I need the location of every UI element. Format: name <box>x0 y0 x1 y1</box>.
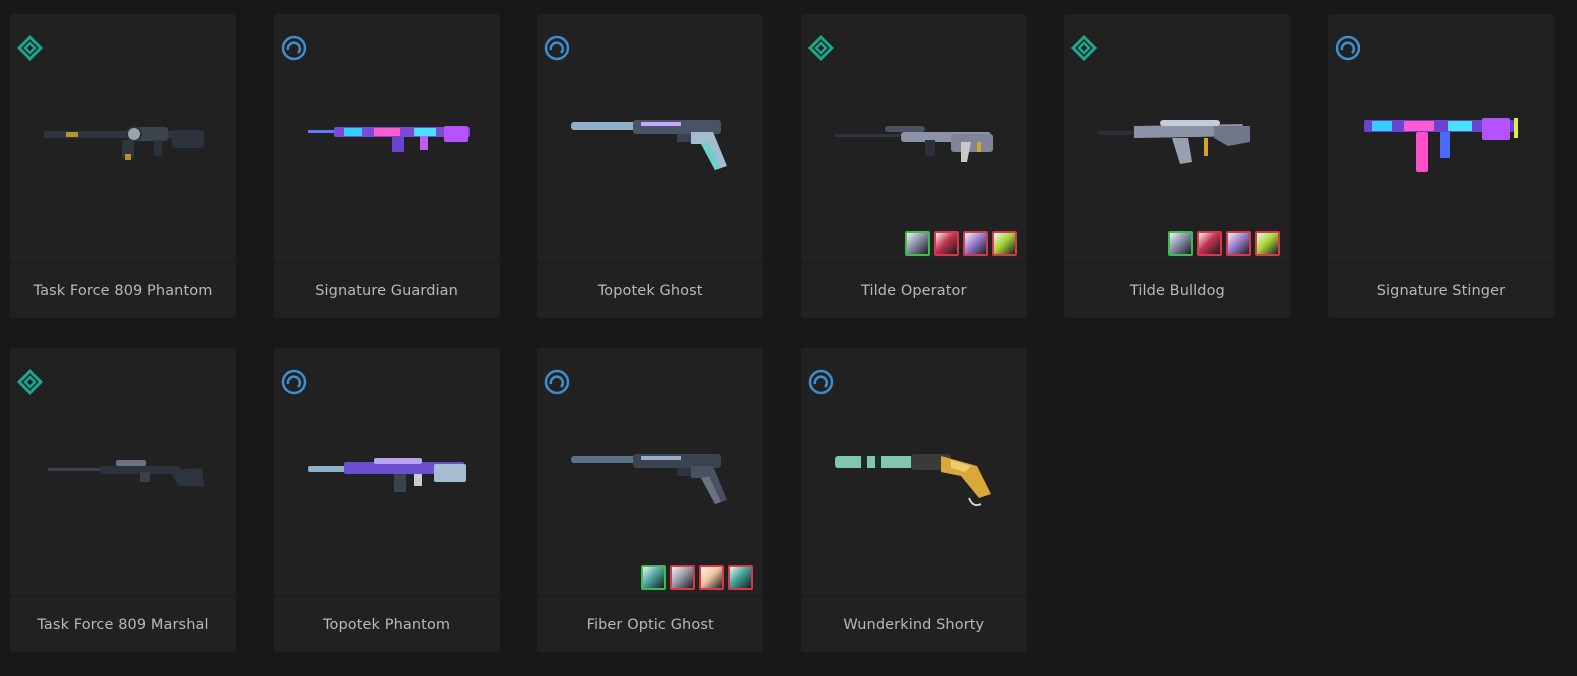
skin-card[interactable]: Topotek Phantom <box>273 348 500 652</box>
weapon-rifle-image <box>307 458 466 492</box>
skin-name: Topotek Phantom <box>323 616 451 633</box>
weapon-sniper-image <box>48 460 204 486</box>
weapon-rifle-image <box>1098 120 1251 164</box>
skin-preview <box>537 348 763 596</box>
chroma-list <box>1168 231 1281 256</box>
skin-preview <box>274 14 500 262</box>
skin-card[interactable]: Task Force 809 Marshal <box>10 348 236 652</box>
chroma-swatch[interactable] <box>641 565 667 590</box>
skin-card[interactable]: Signature Stinger <box>1327 14 1554 318</box>
skin-name: Tilde Operator <box>861 282 967 299</box>
skin-name-bar: Signature Guardian <box>273 262 500 318</box>
skin-name: Signature Guardian <box>315 282 458 299</box>
skin-name: Task Force 809 Phantom <box>33 282 213 299</box>
weapon-sniper-image <box>834 126 993 162</box>
skin-name-bar: Tilde Bulldog <box>1064 262 1291 318</box>
chroma-swatch[interactable] <box>699 565 725 590</box>
skin-name-bar: Task Force 809 Phantom <box>10 262 236 318</box>
chroma-swatch[interactable] <box>991 231 1017 256</box>
skin-preview <box>10 348 236 596</box>
skin-card[interactable]: Topotek Ghost <box>537 14 764 318</box>
skin-name-bar: Wunderkind Shorty <box>800 596 1027 652</box>
weapon-pistol-image <box>571 120 728 170</box>
chroma-swatch[interactable] <box>1197 231 1223 256</box>
skin-preview <box>801 14 1027 262</box>
skin-name: Wunderkind Shorty <box>843 616 985 633</box>
skin-name: Topotek Ghost <box>597 282 703 299</box>
skin-preview <box>1064 14 1290 262</box>
skin-name: Tilde Bulldog <box>1129 282 1225 299</box>
skin-card[interactable]: Signature Guardian <box>273 14 500 318</box>
skin-card[interactable]: Fiber Optic Ghost <box>537 348 764 652</box>
chroma-swatch[interactable] <box>904 231 930 256</box>
skin-name-bar: Tilde Operator <box>800 262 1027 318</box>
skin-name: Signature Stinger <box>1376 282 1506 299</box>
skin-preview <box>801 348 1027 596</box>
skin-card[interactable]: Tilde Bulldog <box>1064 14 1291 318</box>
skin-grid: Task Force 809 Phantom Signature Guardia… <box>10 14 1554 652</box>
skin-name-bar: Topotek Phantom <box>273 596 500 652</box>
skin-card[interactable]: Wunderkind Shorty <box>800 348 1027 652</box>
chroma-swatch[interactable] <box>933 231 959 256</box>
weapon-shotgun-image <box>834 454 991 507</box>
chroma-swatch[interactable] <box>1255 231 1281 256</box>
skin-card[interactable]: Task Force 809 Phantom <box>10 14 236 318</box>
skin-name-bar: Task Force 809 Marshal <box>10 596 236 652</box>
chroma-list <box>904 231 1017 256</box>
skin-name-bar: Topotek Ghost <box>537 262 764 318</box>
weapon-smg-image <box>1363 118 1518 172</box>
skin-preview <box>537 14 763 262</box>
chroma-swatch[interactable] <box>962 231 988 256</box>
skin-preview <box>10 14 236 262</box>
skin-preview <box>1328 14 1554 262</box>
chroma-swatch[interactable] <box>1168 231 1194 256</box>
skin-name-bar: Signature Stinger <box>1327 262 1554 318</box>
weapon-rifle-image <box>307 126 470 152</box>
skin-name: Fiber Optic Ghost <box>586 616 714 633</box>
weapon-pistol-image <box>571 454 728 504</box>
chroma-list <box>641 565 754 590</box>
skin-card[interactable]: Tilde Operator <box>800 14 1027 318</box>
skin-name: Task Force 809 Marshal <box>37 616 209 633</box>
weapon-rifle-image <box>44 126 204 160</box>
chroma-swatch[interactable] <box>670 565 696 590</box>
chroma-swatch[interactable] <box>728 565 754 590</box>
skin-preview <box>274 348 500 596</box>
skin-name-bar: Fiber Optic Ghost <box>537 596 764 652</box>
chroma-swatch[interactable] <box>1226 231 1252 256</box>
